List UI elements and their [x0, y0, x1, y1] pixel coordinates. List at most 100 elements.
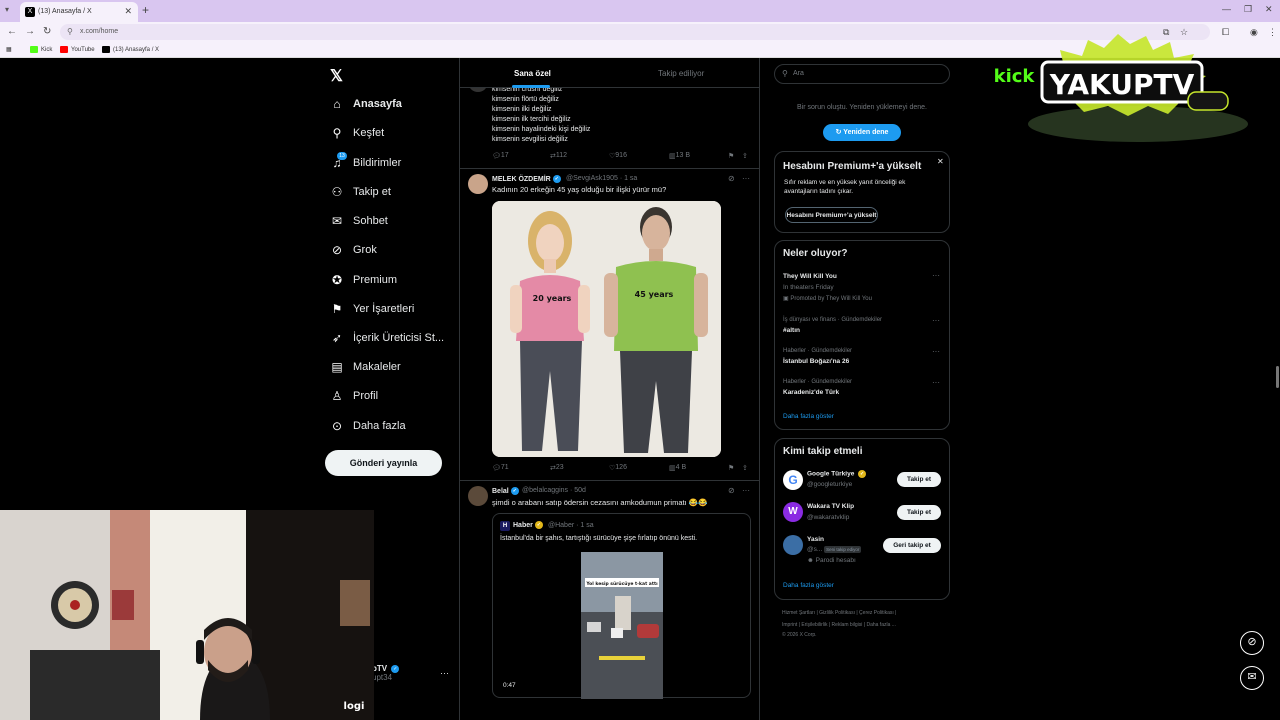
trend-title[interactable]: Karadeniz'de Türk: [783, 389, 839, 396]
browser-tab[interactable]: X (13) Anasayfa / X ✕: [20, 2, 138, 22]
account-switcher[interactable]: pTV ✓ upt34: [372, 664, 400, 682]
video-caption: Yol kesip sürücüye t-kat attı: [585, 581, 658, 587]
messages-floating-icon[interactable]: ✉: [1240, 666, 1264, 690]
tab-list-icon[interactable]: ▾: [5, 5, 9, 14]
show-more-link[interactable]: Daha fazla göster: [783, 413, 834, 420]
minimize-icon[interactable]: —: [1222, 4, 1231, 14]
close-icon[interactable]: ✕: [937, 157, 944, 166]
notification-badge: 13: [337, 152, 347, 160]
close-tab-icon[interactable]: ✕: [124, 6, 132, 17]
repost-button[interactable]: ⇄ 23: [550, 464, 564, 472]
bookmark-tweet-icon[interactable]: ⚑: [728, 152, 734, 160]
follow-back-button[interactable]: Geri takip et: [883, 538, 941, 553]
tweet-author[interactable]: MELEK ÖZDEMİR ✓: [492, 175, 561, 183]
quoted-tweet[interactable]: H Haber ✓ @Haber · 1 sa İstanbul'da bir şa…: [492, 513, 751, 699]
search-placeholder: Ara: [793, 70, 804, 77]
trend-title[interactable]: They Will Kill You: [783, 273, 837, 280]
video-frame: Yol kesip sürücüye t-kat attı: [581, 552, 663, 699]
tab-for-you[interactable]: Sana özel: [514, 69, 551, 78]
more-options-icon[interactable]: ···: [932, 378, 940, 387]
reply-button[interactable]: 💬︎ 71: [492, 464, 509, 472]
close-window-icon[interactable]: ✕: [1265, 4, 1273, 15]
x-logo-icon[interactable]: 𝕏: [330, 66, 343, 86]
more-options-icon[interactable]: ···: [742, 174, 750, 183]
tweet-author[interactable]: Belal ✓: [492, 487, 519, 495]
page-scrollbar[interactable]: [1276, 366, 1279, 388]
stream-brand-logo: YAKUPTV kick: [988, 32, 1248, 142]
grok-floating-icon[interactable]: ⊘: [1240, 631, 1264, 655]
brand-logo-graphic: YAKUPTV kick: [994, 34, 1248, 142]
reload-icon[interactable]: ↻: [43, 26, 51, 37]
back-icon[interactable]: ←: [7, 26, 17, 37]
profile-avatar-icon[interactable]: ◉: [1250, 27, 1258, 38]
trend-title[interactable]: #altın: [783, 327, 800, 334]
more-options-icon[interactable]: ···: [932, 271, 940, 280]
user-name[interactable]: Yasin: [807, 536, 824, 543]
error-message: Bir sorun oluştu. Yeniden yüklemeyi dene…: [797, 104, 927, 111]
show-more-link[interactable]: Daha fazla göster: [783, 582, 834, 589]
tweet-time[interactable]: · 50d: [570, 487, 586, 494]
follows-you-badge: Seni takip ediyor: [824, 546, 862, 553]
premium-icon: ✪: [331, 273, 343, 287]
forward-icon[interactable]: →: [25, 26, 35, 37]
reply-button[interactable]: 💬︎ 17: [492, 152, 509, 160]
grok-icon[interactable]: ⊘: [728, 174, 735, 183]
follow-button[interactable]: Takip et: [897, 505, 941, 520]
site-info-icon[interactable]: ⚲: [67, 27, 73, 36]
tweet-text-line: kimsenin hayalindeki kişi değiliz: [492, 126, 591, 133]
tweet-meta: @belalcaggins · 50d: [522, 487, 586, 494]
quote-video[interactable]: Yol kesip sürücüye t-kat attı: [581, 552, 663, 699]
share-icon[interactable]: ⇪: [742, 152, 748, 160]
like-button[interactable]: ♡ 126: [609, 464, 627, 472]
bookmark-tweet-icon[interactable]: ⚑: [728, 464, 734, 472]
premium-upgrade-button[interactable]: Hesabını Premium+'a yükselt: [785, 207, 878, 223]
avatar[interactable]: [468, 174, 488, 194]
like-button[interactable]: ♡ 916: [609, 152, 627, 160]
tab-following[interactable]: Takip ediliyor: [658, 69, 704, 78]
retry-button[interactable]: ↻ Yeniden dene: [823, 124, 901, 141]
bookmark-x[interactable]: (13) Anasayfa / X: [102, 46, 159, 53]
trends-card: Neler oluyor? They Will Kill You In thea…: [774, 240, 950, 430]
apps-icon[interactable]: ▦: [6, 46, 12, 53]
bookmark-youtube[interactable]: YouTube: [60, 46, 95, 53]
more-options-icon[interactable]: ···: [932, 347, 940, 356]
views-button[interactable]: ▥ 4 B: [669, 464, 686, 472]
active-tab-indicator: [512, 85, 550, 88]
maximize-icon[interactable]: ❐: [1244, 4, 1252, 15]
google-avatar-icon[interactable]: G: [783, 470, 803, 490]
author-handle[interactable]: @SevgiAsk1905: [566, 175, 618, 182]
post-button[interactable]: Gönderi yayınla: [325, 450, 442, 476]
avatar[interactable]: [783, 535, 803, 555]
nav-label: Sohbet: [353, 215, 388, 227]
trend-title[interactable]: İstanbul Boğazı'na 26: [783, 358, 849, 365]
bookmark-kick[interactable]: Kick: [30, 46, 52, 53]
nav-label: Grok: [353, 244, 377, 256]
follow-button[interactable]: Takip et: [897, 472, 941, 487]
verified-gold-icon: ✓: [858, 470, 867, 478]
tweet-image[interactable]: 20 years 45 years: [492, 201, 721, 457]
share-icon[interactable]: ⇪: [742, 464, 748, 472]
wakara-avatar-icon[interactable]: W: [783, 502, 803, 522]
more-options-icon[interactable]: ···: [932, 316, 940, 325]
premium-desc-line: avantajların tadını çıkar.: [784, 188, 854, 195]
account-name: pTV: [372, 664, 388, 673]
views-button[interactable]: ▥ 13 B: [669, 152, 690, 160]
bookmark-label: Kick: [41, 47, 53, 54]
author-handle[interactable]: @belalcaggins: [522, 487, 568, 494]
menu-icon[interactable]: ⋮: [1268, 27, 1277, 38]
search-input[interactable]: ⚲ Ara: [774, 64, 950, 84]
tweet-time[interactable]: · 1 sa: [620, 175, 638, 182]
repost-button[interactable]: ⇄ 112: [550, 152, 567, 160]
new-tab-button[interactable]: +: [142, 3, 149, 17]
more-options-icon[interactable]: ···: [440, 668, 449, 678]
url-text: x.com/home: [80, 28, 119, 35]
more-icon: ⊙: [331, 419, 343, 433]
footer-links[interactable]: Imprint | Erişilebilirlik | Reklam bilgi…: [782, 622, 896, 628]
more-options-icon[interactable]: ···: [742, 486, 750, 495]
user-name[interactable]: Wakara TV Klip: [807, 503, 854, 510]
user-name[interactable]: Google Türkiye ✓: [807, 470, 867, 478]
grok-icon[interactable]: ⊘: [728, 486, 735, 495]
footer-links[interactable]: Hizmet Şartları | Gizlilik Politikası | …: [782, 610, 896, 616]
premium-desc-line: Sıfır reklam ve en yüksek yanıt önceliği…: [784, 179, 906, 186]
avatar[interactable]: [468, 486, 488, 506]
